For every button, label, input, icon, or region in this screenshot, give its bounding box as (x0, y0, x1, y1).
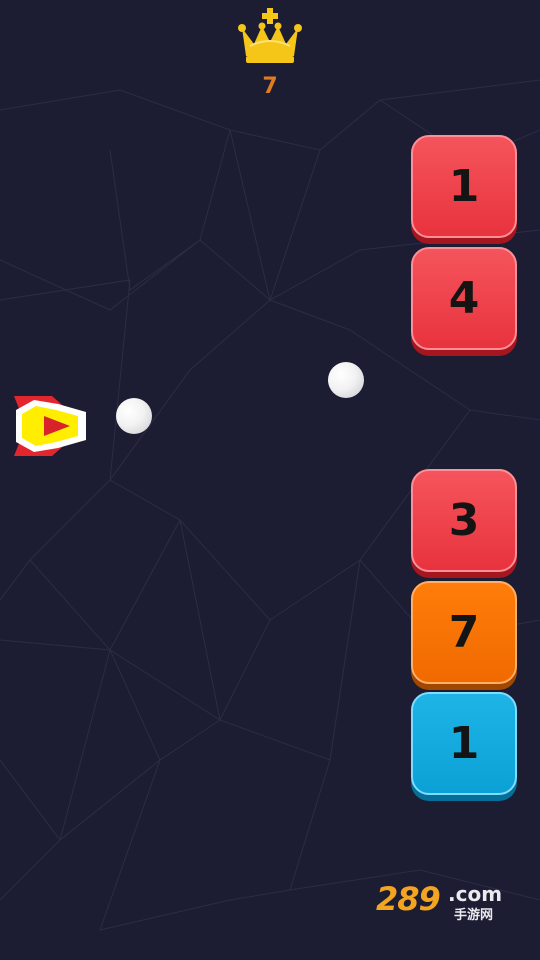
number-block: 1 (411, 692, 517, 795)
ball (116, 398, 152, 434)
watermark-logo-number: 289 (376, 880, 441, 918)
player-ship-icon[interactable] (12, 392, 88, 460)
best-score: 7 (262, 74, 278, 99)
number-block: 3 (411, 469, 517, 572)
number-block: 4 (411, 247, 517, 350)
watermark-logo-subtitle: 手游网 (454, 908, 494, 923)
ball (328, 362, 364, 398)
crown-icon (238, 8, 302, 63)
number-block: 7 (411, 581, 517, 684)
number-block: 1 (411, 135, 517, 238)
watermark-logo-domain: .com (448, 882, 503, 906)
